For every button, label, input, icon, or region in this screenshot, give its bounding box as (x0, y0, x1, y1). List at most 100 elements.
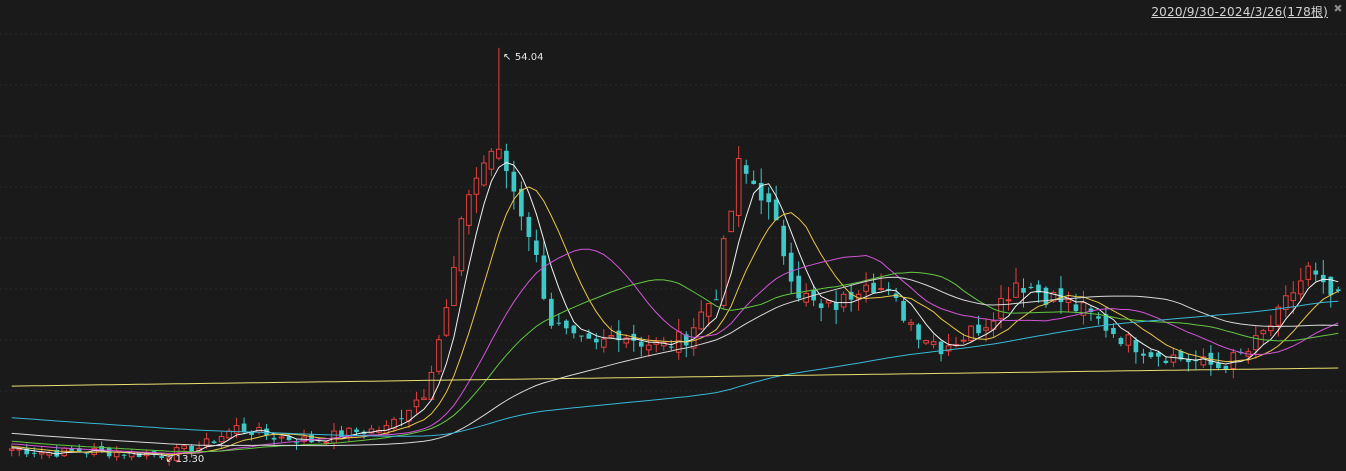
candle[interactable] (1058, 275, 1064, 314)
candle[interactable] (713, 289, 719, 301)
candle[interactable] (923, 339, 929, 346)
candle[interactable] (1245, 348, 1252, 364)
candle[interactable] (1013, 267, 1019, 298)
candle[interactable] (796, 261, 801, 302)
candle[interactable] (1282, 285, 1289, 318)
candlestick-chart[interactable]: 54.04 13.30 ↖ ↙ (0, 0, 1346, 471)
candle[interactable] (773, 185, 779, 221)
candle[interactable] (608, 325, 615, 339)
candle[interactable] (143, 450, 150, 460)
candle[interactable] (564, 319, 569, 335)
candle[interactable] (616, 320, 622, 353)
candle[interactable] (211, 439, 217, 445)
candle[interactable] (339, 425, 344, 438)
candle[interactable] (519, 181, 524, 231)
candles[interactable] (8, 47, 1341, 466)
candle[interactable] (256, 422, 262, 435)
candle[interactable] (391, 416, 397, 432)
candle[interactable] (346, 426, 352, 442)
candle[interactable] (578, 335, 584, 342)
candle[interactable] (1230, 348, 1237, 379)
candle[interactable] (361, 429, 367, 439)
candle[interactable] (1118, 336, 1124, 347)
candle[interactable] (586, 329, 592, 340)
candle[interactable] (301, 429, 307, 445)
candle[interactable] (600, 329, 607, 353)
candle[interactable] (1305, 261, 1312, 287)
candle[interactable] (1005, 286, 1012, 311)
candle[interactable] (526, 212, 532, 251)
candle[interactable] (1313, 262, 1319, 282)
candle[interactable] (496, 47, 502, 161)
candle[interactable] (848, 283, 854, 312)
candle[interactable] (788, 242, 794, 294)
candle[interactable] (488, 148, 495, 177)
candle[interactable] (743, 159, 749, 184)
candle[interactable] (1290, 281, 1297, 315)
candle[interactable] (825, 299, 832, 308)
candle[interactable] (38, 446, 45, 460)
candle[interactable] (473, 167, 480, 214)
candle[interactable] (1148, 349, 1154, 359)
candle[interactable] (930, 334, 937, 349)
candle[interactable] (908, 318, 914, 331)
candle[interactable] (106, 446, 112, 459)
candle[interactable] (549, 292, 554, 329)
candle[interactable] (458, 216, 465, 277)
candle[interactable] (781, 219, 786, 265)
candle[interactable] (128, 448, 135, 461)
candle[interactable] (735, 146, 742, 228)
candle[interactable] (1103, 306, 1109, 338)
candle[interactable] (751, 170, 757, 185)
candle[interactable] (818, 298, 824, 322)
candle[interactable] (436, 335, 442, 375)
candle[interactable] (1260, 328, 1267, 345)
candle[interactable] (1111, 323, 1116, 338)
candle[interactable] (451, 255, 457, 307)
candle[interactable] (466, 189, 472, 235)
candle[interactable] (443, 299, 450, 338)
date-range-label[interactable]: 2020/9/30-2024/3/26(178根) (1151, 3, 1328, 20)
candle[interactable] (720, 235, 727, 310)
candle[interactable] (1216, 352, 1221, 371)
candle[interactable] (16, 448, 23, 457)
candle[interactable] (428, 365, 435, 401)
candle[interactable] (46, 450, 53, 459)
candle[interactable] (1267, 315, 1274, 337)
candle[interactable] (1065, 291, 1072, 313)
candle[interactable] (968, 325, 974, 342)
candle[interactable] (871, 273, 876, 294)
candle[interactable] (1141, 348, 1146, 364)
candle[interactable] (833, 290, 839, 324)
candle[interactable] (645, 335, 652, 357)
candle[interactable] (121, 453, 127, 459)
candle[interactable] (990, 312, 997, 337)
candle[interactable] (766, 187, 772, 220)
candle[interactable] (218, 431, 225, 450)
candle[interactable] (1156, 351, 1161, 367)
candle[interactable] (675, 318, 682, 360)
candle[interactable] (1328, 276, 1334, 308)
candle[interactable] (1297, 268, 1304, 301)
candle[interactable] (1186, 354, 1191, 372)
candle[interactable] (541, 240, 547, 301)
candle[interactable] (901, 298, 906, 323)
candle[interactable] (534, 229, 539, 263)
candle[interactable] (1133, 337, 1139, 364)
candle[interactable] (504, 143, 509, 189)
candle[interactable] (354, 427, 359, 437)
candle[interactable] (840, 291, 847, 312)
candle[interactable] (271, 434, 277, 446)
candle[interactable] (916, 323, 921, 349)
candle[interactable] (571, 324, 577, 339)
candle[interactable] (983, 318, 989, 342)
candle[interactable] (803, 283, 809, 307)
candle[interactable] (698, 300, 705, 331)
candle[interactable] (481, 155, 487, 187)
candle[interactable] (1028, 282, 1034, 289)
candle[interactable] (953, 336, 959, 348)
candle[interactable] (653, 337, 660, 353)
candle[interactable] (728, 210, 735, 233)
candle[interactable] (413, 391, 420, 414)
candle[interactable] (758, 168, 764, 215)
